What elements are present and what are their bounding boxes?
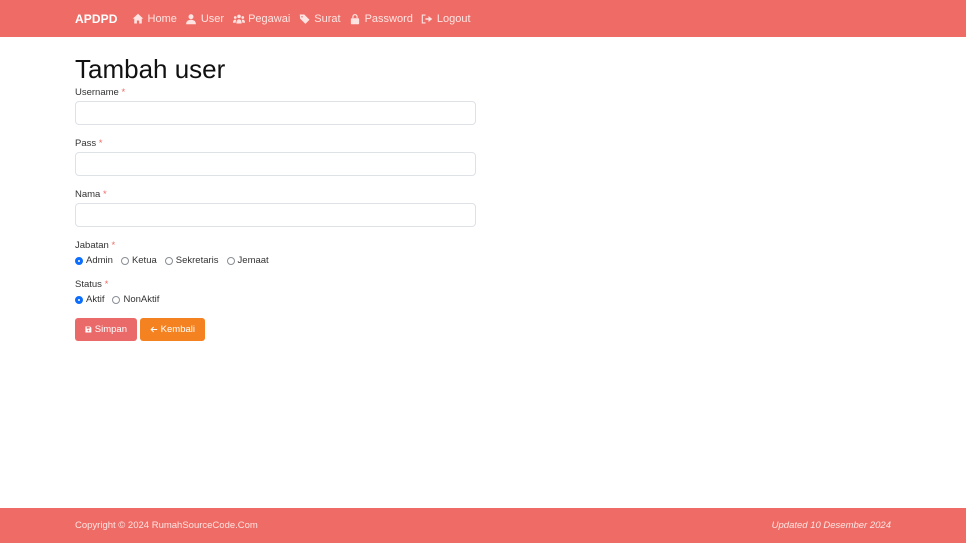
required-mark: * (104, 279, 109, 290)
pass-label: Pass * (75, 138, 476, 150)
radio-button[interactable] (112, 295, 121, 304)
status-option-aktif[interactable]: Aktif (75, 293, 104, 306)
pass-group: Pass * (75, 138, 476, 176)
nav-password[interactable]: Password (349, 12, 413, 25)
status-label: Status * (75, 279, 476, 291)
pass-label-text: Pass (75, 138, 97, 149)
radio-button[interactable] (164, 256, 173, 265)
jabatan-option-label: Ketua (131, 255, 157, 266)
home-icon (132, 12, 145, 25)
logout-icon (421, 12, 434, 25)
jabatan-option-jemaat[interactable]: Jemaat (226, 254, 269, 267)
status-radio-group: Aktif NonAktif (75, 293, 476, 306)
page-title: Tambah user (75, 54, 226, 84)
status-group: Status * Aktif NonAktif (75, 279, 476, 306)
username-label-text: Username (75, 87, 119, 98)
jabatan-radio-group: Admin Ketua Sekretaris Jemaat (75, 254, 476, 267)
jabatan-option-label: Admin (86, 255, 113, 266)
radio-button[interactable] (226, 256, 235, 265)
username-input[interactable] (75, 101, 476, 125)
jabatan-option-sekretaris[interactable]: Sekretaris (164, 254, 219, 267)
tags-icon (298, 12, 311, 25)
username-label: Username * (75, 87, 476, 99)
nav-home-label: Home (147, 12, 177, 25)
nama-group: Nama * (75, 189, 476, 227)
jabatan-option-label: Sekretaris (175, 255, 219, 266)
nav-pegawai[interactable]: Pegawai (232, 12, 290, 25)
user-icon (185, 12, 198, 25)
radio-button-selected[interactable] (75, 256, 83, 265)
save-icon (85, 326, 92, 333)
nama-label-text: Nama (75, 189, 101, 200)
arrow-left-icon (150, 326, 158, 333)
lock-icon (349, 12, 362, 25)
nav-password-label: Password (364, 12, 413, 25)
status-option-nonaktif[interactable]: NonAktif (112, 293, 159, 306)
status-label-text: Status (75, 279, 102, 290)
nav-pegawai-label: Pegawai (248, 12, 291, 25)
save-button-label: Simpan (94, 324, 127, 335)
form-actions: Simpan Kembali (75, 318, 476, 341)
nav-logout[interactable]: Logout (421, 12, 471, 25)
jabatan-option-ketua[interactable]: Ketua (120, 254, 157, 267)
nama-label: Nama * (75, 189, 476, 201)
status-option-label: Aktif (86, 294, 105, 305)
username-group: Username * (75, 87, 476, 125)
status-option-label: NonAktif (123, 294, 160, 305)
required-mark: * (98, 138, 103, 149)
page: APDPD Home User Pegawai Surat Password L… (0, 0, 966, 543)
nav-surat[interactable]: Surat (298, 12, 341, 25)
nav-surat-label: Surat (314, 12, 341, 25)
jabatan-label-text: Jabatan (75, 240, 109, 251)
footer-updated: Updated 10 Desember 2024 (771, 520, 891, 531)
required-mark: * (111, 240, 116, 251)
back-button[interactable]: Kembali (140, 318, 205, 341)
save-button[interactable]: Simpan (75, 318, 137, 341)
footer: Copyright © 2024 RumahSourceCode.Com Upd… (0, 508, 966, 543)
users-icon (232, 12, 245, 25)
nav-home[interactable]: Home (132, 12, 177, 25)
navbar: APDPD Home User Pegawai Surat Password L… (0, 0, 966, 37)
footer-copyright: Copyright © 2024 RumahSourceCode.Com (75, 520, 258, 531)
nav-logout-label: Logout (436, 12, 471, 25)
back-button-label: Kembali (160, 324, 195, 335)
jabatan-group: Jabatan * Admin Ketua Sekretaris Jemaat (75, 240, 476, 267)
jabatan-option-admin[interactable]: Admin (75, 254, 113, 267)
main-content: Tambah user Username * Pass * Nama * Jab… (75, 54, 476, 341)
radio-button-selected[interactable] (75, 295, 83, 304)
nav-user[interactable]: User (185, 12, 224, 25)
required-mark: * (121, 87, 126, 98)
nama-input[interactable] (75, 203, 476, 227)
jabatan-option-label: Jemaat (237, 255, 269, 266)
nav-user-label: User (200, 12, 225, 25)
jabatan-label: Jabatan * (75, 240, 476, 252)
brand-logo[interactable]: APDPD (75, 12, 118, 26)
required-mark: * (102, 189, 107, 200)
radio-button[interactable] (120, 256, 129, 265)
pass-input[interactable] (75, 152, 476, 176)
